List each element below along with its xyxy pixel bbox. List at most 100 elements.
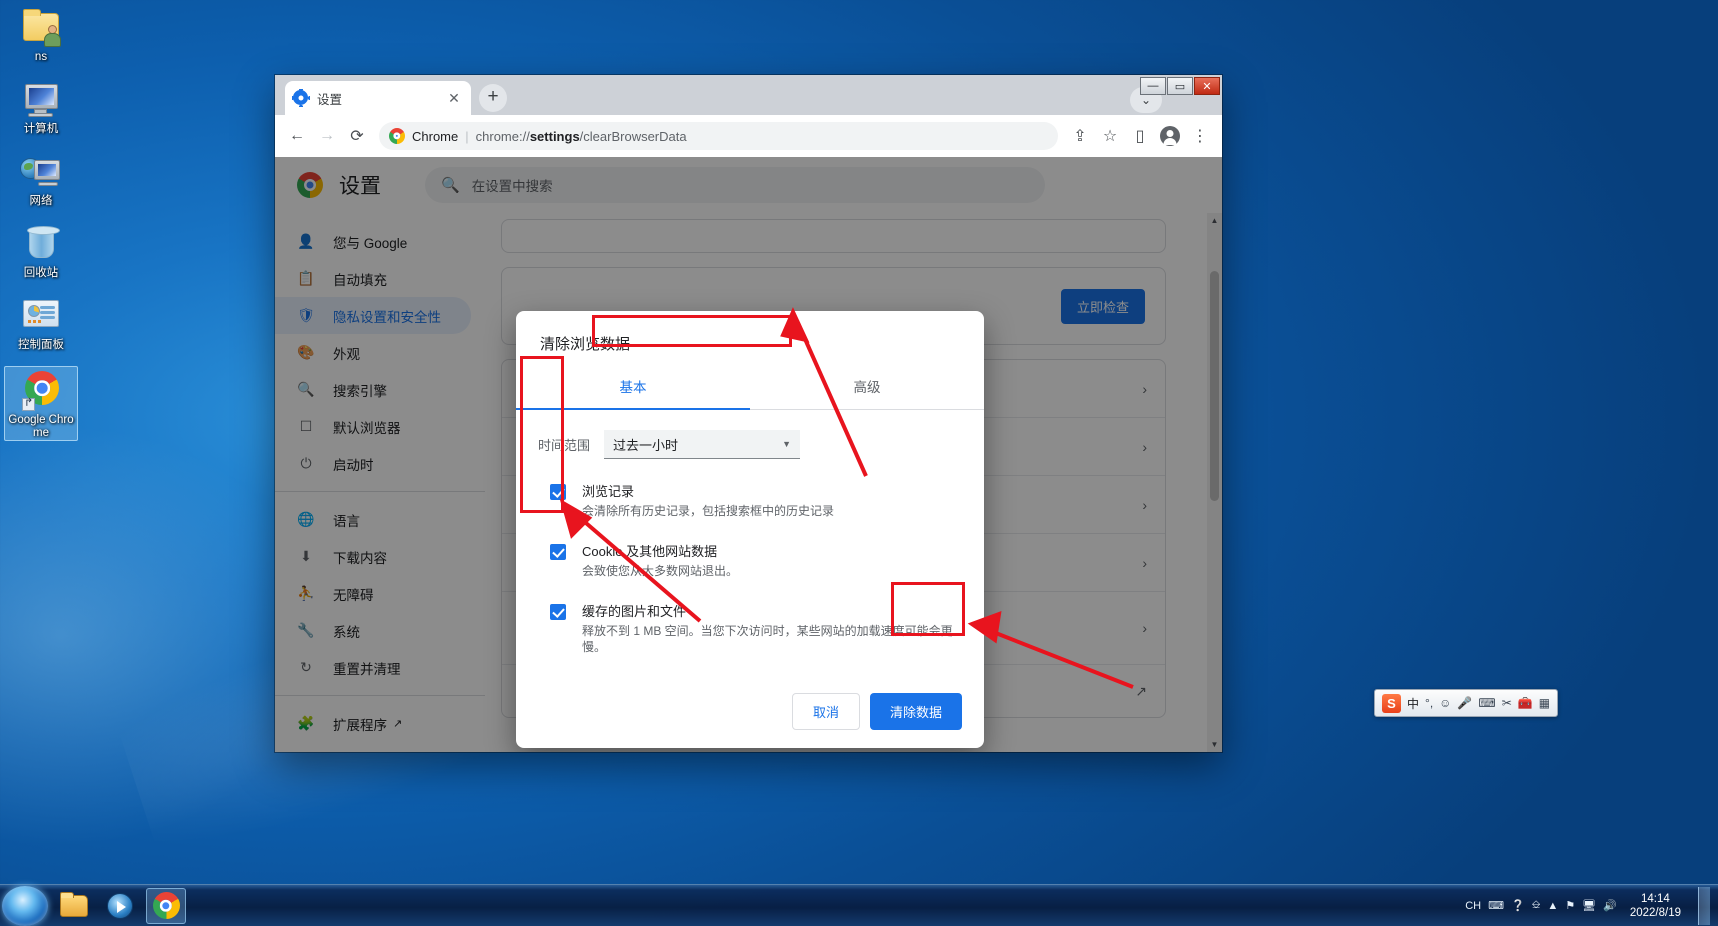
checkbox-cookies[interactable] [550,544,566,560]
desktop-icon-label: 回收站 [23,267,59,279]
checkbox-row-cached-images[interactable]: 缓存的图片和文件 释放不到 1 MB 空间。当您下次访问时，某些网站的加载速度可… [538,601,960,655]
tab-strip: 设置 ✕ + ⌄ — ▭ ✕ [275,75,1222,115]
checkbox-row-browsing-history[interactable]: 浏览记录 会清除所有历史记录，包括搜索框中的历史记录 [538,481,960,519]
browser-menu-icon[interactable]: ⋮ [1186,122,1214,150]
recycle-bin-icon [20,222,62,264]
clear-data-button[interactable]: 清除数据 [869,693,962,730]
desktop-icon-computer[interactable]: 计算机 [4,78,78,136]
chrome-badge-icon [389,128,405,144]
network-icon [20,150,62,192]
action-center-icon[interactable]: 🖥 [1582,899,1596,912]
punctuation-icon[interactable]: °, [1425,696,1433,710]
dialog-footer: 取消 清除数据 [516,693,984,748]
checkbox-title: 浏览记录 [582,484,635,499]
time-range-label: 时间范围 [538,438,591,453]
window-switch-icon[interactable]: ⎒ [1532,899,1541,912]
side-panel-icon[interactable]: ▯ [1126,122,1154,150]
network-alert-icon[interactable]: ⚑ [1565,899,1575,912]
start-button[interactable] [2,885,48,926]
browser-toolbar: ← → ⟳ Chrome | chrome://settings/clearBr… [275,115,1222,157]
tab-advanced[interactable]: 高级 [750,366,984,409]
url-suffix: /clearBrowserData [579,128,687,144]
sogou-ime-bar[interactable]: S 中 °, ☺ 🎤 ⌨ ✂ 🧰 ▦ [1374,689,1559,717]
time-range-dropdown[interactable]: 过去一小时 ▼ [604,430,801,459]
show-desktop-button[interactable] [1698,886,1710,925]
taskbar-chrome[interactable] [146,887,186,924]
dialog-body: 时间范围 过去一小时 ▼ 浏览记录 会清除所有历史记录，包括搜索框中的历史记录 [516,410,984,693]
close-window-button[interactable]: ✕ [1194,77,1220,95]
checkbox-desc: 会致使您从大多数网站退出。 [582,564,739,578]
url-prefix: chrome:// [475,128,530,144]
omnibox-url: chrome://settings/clearBrowserData [476,129,687,144]
desktop-icon-label: 控制面板 [18,339,64,351]
checkbox-browsing-history[interactable] [550,484,566,500]
screenshot-icon[interactable]: ✂ [1502,696,1512,710]
checkbox-desc: 会清除所有历史记录，包括搜索框中的历史记录 [582,504,835,518]
close-tab-icon[interactable]: ✕ [445,89,463,107]
clock-time: 14:14 [1641,892,1670,905]
settings-page: 设置 🔍 在设置中搜索 👤 您与 Google 📋 自动填充 🛡 隐私设置和安全… [275,157,1222,752]
desktop-icon-control-panel[interactable]: 控制面板 [4,294,78,352]
settings-gear-icon [291,88,310,107]
share-icon[interactable]: ⇪ [1066,122,1094,150]
microphone-icon[interactable]: 🎤 [1457,696,1472,710]
checkbox-title: Cookie 及其他网站数据 [582,544,718,559]
keyboard-icon[interactable]: ⌨ [1488,899,1504,912]
ime-mode-label[interactable]: 中 [1407,695,1419,712]
desktop-icon-recycle-bin[interactable]: 回收站 [4,222,78,280]
url-bold: settings [529,128,580,144]
system-tray: CH ⌨ ❔ ⎒ ▲ ⚑ 🖥 🔊 14:14 2022/8/19 [1465,886,1718,925]
address-bar[interactable]: Chrome | chrome://settings/clearBrowserD… [379,122,1058,150]
tab-title: 设置 [317,92,343,107]
volume-mute-icon[interactable]: 🔊 [1603,899,1617,912]
time-range-row: 时间范围 过去一小时 ▼ [538,430,960,459]
chrome-icon [20,367,62,411]
show-hidden-icon[interactable]: ▲ [1547,900,1558,912]
tab-settings[interactable]: 设置 ✕ [285,81,471,115]
keyboard-icon[interactable]: ⌨ [1478,696,1495,710]
toolbox-icon[interactable]: 🧰 [1518,696,1533,710]
bookmark-star-icon[interactable]: ☆ [1096,122,1124,150]
desktop-icon-label: 计算机 [23,123,59,135]
windows-taskbar: CH ⌨ ❔ ⎒ ▲ ⚑ 🖥 🔊 14:14 2022/8/19 [0,884,1718,926]
desktop-icon-label: Google Chrome [8,414,74,439]
desktop-icon-network[interactable]: 网络 [4,150,78,208]
ime-language-indicator[interactable]: CH [1465,900,1481,912]
chevron-down-icon: ▼ [782,439,792,449]
taskbar-media-player[interactable] [100,888,140,924]
control-panel-icon [20,294,62,336]
time-range-value: 过去一小时 [613,437,679,453]
chrome-browser-window: 设置 ✕ + ⌄ — ▭ ✕ ← → ⟳ Chrome | chrome://s… [275,75,1222,752]
new-tab-button[interactable]: + [479,84,507,112]
dialog-tabs: 基本 高级 [516,366,984,410]
checkbox-desc: 释放不到 1 MB 空间。当您下次访问时，某些网站的加载速度可能会更慢。 [582,624,953,654]
checkbox-title: 缓存的图片和文件 [582,604,687,619]
desktop-icon-ns[interactable]: ns [4,6,78,64]
cancel-button[interactable]: 取消 [791,693,860,730]
sogou-logo-icon[interactable]: S [1382,693,1401,713]
clock-date: 2022/8/19 [1629,906,1681,919]
computer-icon [20,78,62,120]
dialog-title: 清除浏览数据 [540,336,631,353]
checkbox-row-cookies[interactable]: Cookie 及其他网站数据 会致使您从大多数网站退出。 [538,541,960,579]
desktop-icon-label: ns [34,51,48,63]
smiley-icon[interactable]: ☺ [1439,696,1451,710]
window-controls: — ▭ ✕ [1140,77,1220,95]
profile-avatar-icon[interactable] [1156,122,1184,150]
help-icon[interactable]: ❔ [1511,899,1525,912]
taskbar-windows-explorer[interactable] [54,888,94,924]
omnibox-scheme-chip: Chrome [412,128,459,144]
clear-browsing-data-dialog: 清除浏览数据 基本 高级 时间范围 过去一小时 ▼ 浏览记录 会清除所有历史记录… [516,311,984,748]
reload-icon[interactable]: ⟳ [343,122,371,150]
apps-icon[interactable]: ▦ [1539,696,1550,710]
tab-basic[interactable]: 基本 [516,366,750,409]
desktop-icon-google-chrome[interactable]: Google Chrome [4,366,78,441]
checkbox-cached-images[interactable] [550,604,566,620]
desktop-icon-list: ns 计算机 网络 回收站 控制面板 Goog [4,6,82,455]
maximize-button[interactable]: ▭ [1167,77,1193,95]
minimize-button[interactable]: — [1140,77,1166,95]
desktop-icon-label: 网络 [29,195,53,207]
taskbar-clock[interactable]: 14:14 2022/8/19 [1624,892,1687,920]
back-icon[interactable]: ← [283,122,311,150]
forward-icon[interactable]: → [313,122,341,150]
